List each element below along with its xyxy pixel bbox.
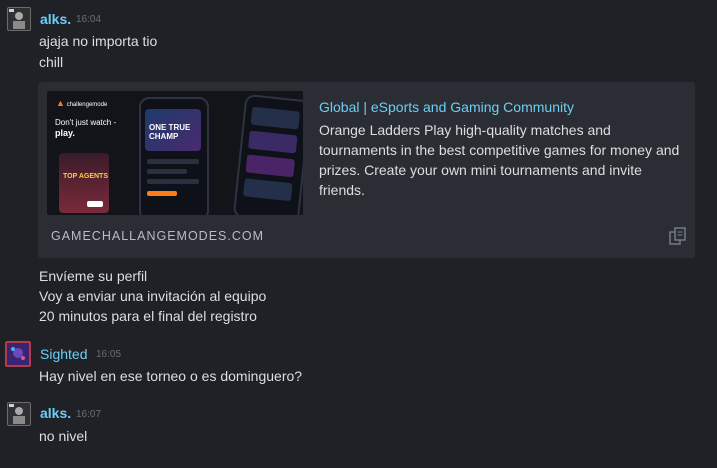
message-text: chill [39,54,64,70]
thumbnail-logo: ▲ challengemode [56,98,108,108]
copy-icon[interactable] [669,227,687,245]
author-name[interactable]: Sighted [40,346,87,362]
thumbnail-tagline: Don't just watch - [55,118,117,127]
message-text: no nivel [39,428,88,444]
thumbnail-button [87,201,103,207]
message-text: Envíeme su perfil [39,268,148,284]
embed-description: Orange Ladders Play high-quality matches… [319,122,680,198]
avatar-image-icon [8,8,30,30]
avatar-image-icon [7,343,29,365]
timestamp: 16:07 [76,409,102,420]
timestamp: 16:04 [76,14,102,25]
embed-thumbnail[interactable]: ▲ challengemode Don't just watch - play.… [47,91,303,215]
embed-title[interactable]: Global | eSports and Gaming Community [319,99,574,115]
thumbnail-phone: ONE TRUE CHAMP [139,97,209,215]
thumbnail-tagline-bold: play. [55,128,75,138]
message-text: Voy a enviar una invitación al equipo [39,288,267,304]
embed-domain[interactable]: GAMECHALLANGEMODES.COM [51,229,264,243]
timestamp: 16:05 [96,349,122,360]
thumbnail-phone-2 [232,93,303,215]
avatar[interactable] [7,7,31,31]
message-text: 20 minutos para el final del registro [39,308,257,324]
message-text: Hay nivel en ese torneo o es dominguero? [39,368,303,384]
avatar-image-icon [8,403,30,425]
avatar[interactable] [7,402,31,426]
author-name[interactable]: alks. [40,405,71,421]
link-embed: ▲ challengemode Don't just watch - play.… [38,82,695,258]
author-name[interactable]: alks. [40,11,71,27]
message-text: ajaja no importa tio [39,33,158,49]
avatar[interactable] [5,341,31,367]
